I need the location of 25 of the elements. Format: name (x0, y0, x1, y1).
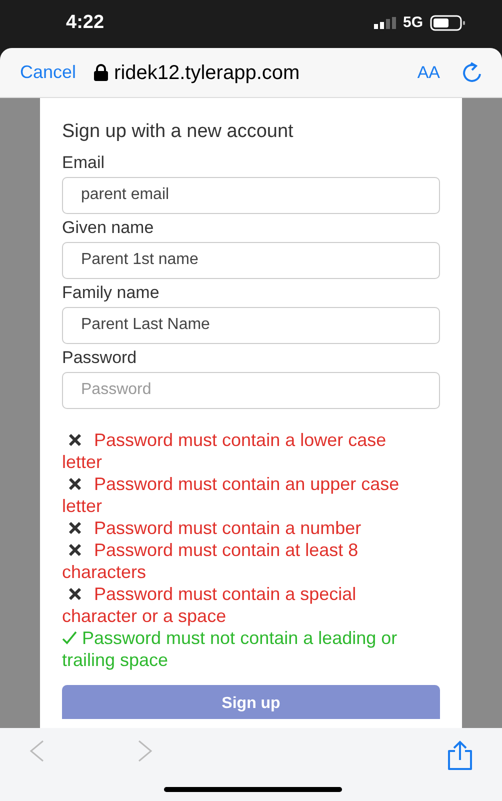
rule-text: Password must contain a number (62, 516, 372, 538)
field-label: Password (62, 348, 138, 368)
rule-text: Password must contain an upper case letter (62, 472, 400, 516)
rule-text: Password must contain a lower case letter (62, 428, 388, 472)
input-field[interactable]: Parent Last Name (62, 306, 440, 344)
signal-icon (374, 17, 396, 29)
network-label: 5G (402, 12, 423, 33)
field-label: Family name (62, 282, 160, 302)
share-icon[interactable] (446, 740, 474, 770)
cancel-button[interactable]: Cancel (20, 59, 76, 86)
input-field[interactable]: parent email (62, 176, 440, 214)
lock-icon (94, 64, 108, 81)
field-label: Given name (62, 218, 155, 238)
rule-text: Password must contain a special character or a space (62, 582, 358, 626)
url-text: ridek12.tylerapp.com (114, 60, 300, 86)
form-title: Sign up with a new account (62, 120, 294, 144)
input-field[interactable]: Parent 1st name (62, 242, 440, 278)
rule-text: Password must contain at least 8 characters (62, 538, 360, 582)
battery-icon (430, 15, 466, 31)
status-time: 4:22 (66, 10, 104, 35)
field-label: Email (62, 152, 106, 172)
text-size-button[interactable]: AA (417, 60, 440, 86)
reload-icon[interactable] (462, 62, 482, 84)
input-field[interactable]: Password (62, 372, 440, 408)
rule-text: Password must not contain a leading or trailing space (62, 626, 398, 670)
